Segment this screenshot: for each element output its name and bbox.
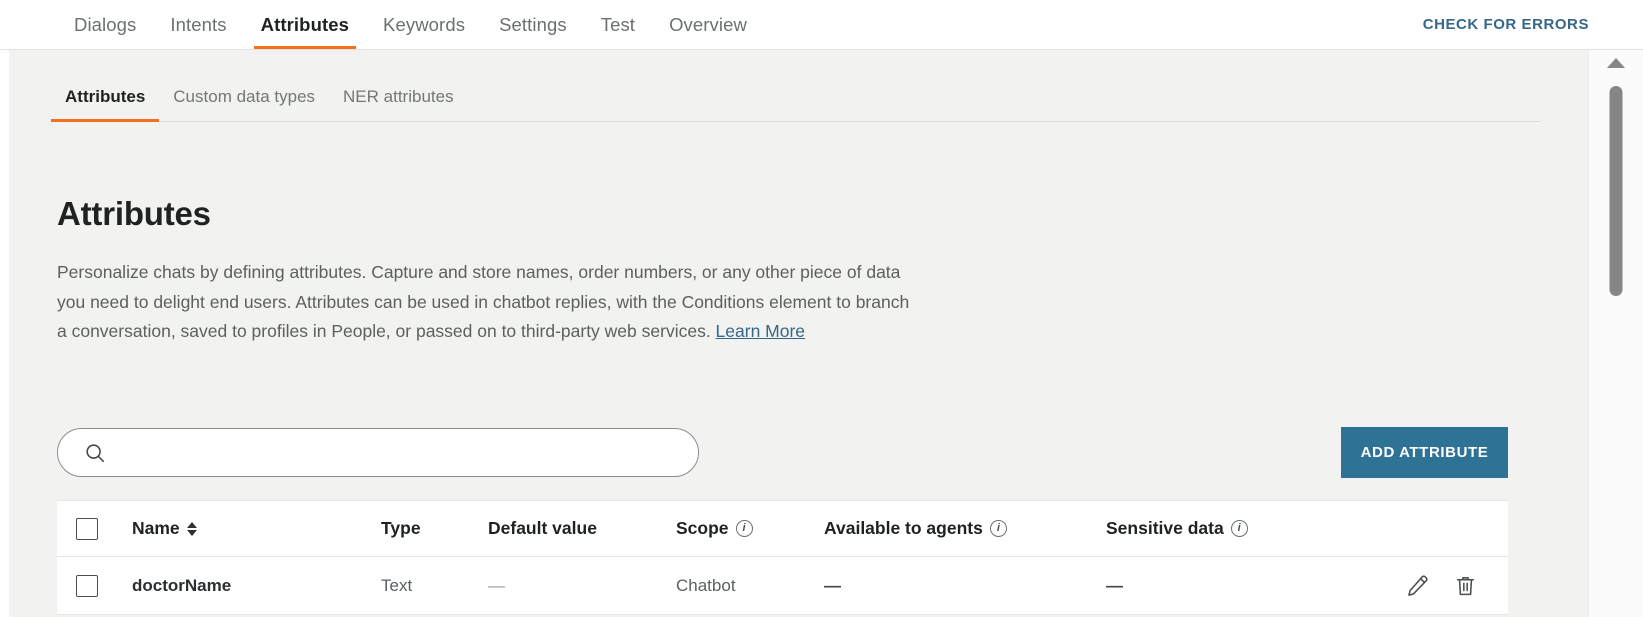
info-icon-scope[interactable]: i <box>735 520 753 537</box>
row-select-checkbox[interactable] <box>76 574 98 597</box>
search-icon <box>84 442 106 464</box>
primary-nav-actions: CHECK FOR ERRORS <box>1423 0 1643 49</box>
info-icon-available-to-agents[interactable]: i <box>989 520 1007 537</box>
primary-navigation-bar: Dialogs Intents Attributes Keywords Sett… <box>0 0 1643 50</box>
column-header-type-label: Type <box>381 518 421 538</box>
column-header-available-to-agents: Available to agents i <box>824 518 1106 539</box>
scroll-up-arrow-icon[interactable] <box>1607 58 1625 68</box>
table-header-row: Name Type Default value Scope i Availabl… <box>57 501 1508 557</box>
tab-test[interactable]: Test <box>584 0 652 49</box>
subtab-custom-data-types-label: Custom data types <box>173 87 316 106</box>
info-icon-sensitive-data[interactable]: i <box>1230 520 1248 537</box>
column-header-sensitive-data-label: Sensitive data <box>1106 518 1224 538</box>
tab-intents[interactable]: Intents <box>153 0 243 49</box>
page-title: Attributes <box>57 195 211 232</box>
subtab-ner-attributes[interactable]: NER attributes <box>329 72 468 122</box>
check-for-errors-button[interactable]: CHECK FOR ERRORS <box>1423 16 1589 33</box>
subtab-attributes-label: Attributes <box>65 87 146 106</box>
tab-attributes[interactable]: Attributes <box>244 0 366 49</box>
cell-sensitive-data: — <box>1106 575 1123 595</box>
search-input[interactable] <box>118 429 680 476</box>
tab-intents-label: Intents <box>170 13 227 35</box>
vertical-scrollbar[interactable] <box>1588 50 1643 617</box>
tab-dialogs[interactable]: Dialogs <box>57 0 153 49</box>
tab-overview-label: Overview <box>669 13 747 35</box>
cell-available-to-agents: — <box>824 575 841 595</box>
app-root: Dialogs Intents Attributes Keywords Sett… <box>0 0 1643 617</box>
search-field[interactable] <box>57 428 699 477</box>
tab-overview[interactable]: Overview <box>652 0 764 49</box>
column-header-default-value-label: Default value <box>488 518 597 538</box>
cell-type: Text <box>381 575 413 595</box>
column-header-type: Type <box>381 518 488 539</box>
column-header-scope: Scope i <box>676 518 824 539</box>
select-all-checkbox[interactable] <box>76 517 98 540</box>
secondary-tabs: Attributes Custom data types NER attribu… <box>51 72 1541 122</box>
tab-keywords[interactable]: Keywords <box>366 0 482 49</box>
column-header-sensitive-data: Sensitive data i <box>1106 518 1342 539</box>
subtab-attributes[interactable]: Attributes <box>51 72 160 122</box>
tab-keywords-label: Keywords <box>383 13 466 35</box>
add-attribute-button[interactable]: ADD ATTRIBUTE <box>1341 427 1508 478</box>
table-row: doctorName Text — Chatbot — — <box>57 557 1508 615</box>
tab-settings-label: Settings <box>499 13 567 35</box>
delete-icon[interactable] <box>1453 573 1478 598</box>
tab-settings[interactable]: Settings <box>482 0 584 49</box>
cell-name: doctorName <box>132 575 232 595</box>
tab-attributes-label: Attributes <box>260 13 350 35</box>
tab-test-label: Test <box>600 13 636 35</box>
cell-scope: Chatbot <box>676 575 736 595</box>
column-header-scope-label: Scope <box>676 518 729 538</box>
page-description: Personalize chats by defining attributes… <box>57 258 917 347</box>
scrollbar-thumb[interactable] <box>1609 86 1623 296</box>
column-header-name[interactable]: Name <box>132 518 381 539</box>
tab-dialogs-label: Dialogs <box>74 13 137 35</box>
column-header-name-label: Name <box>132 518 180 538</box>
sort-arrows-icon[interactable] <box>186 521 197 536</box>
edit-icon[interactable] <box>1405 573 1430 598</box>
column-header-default-value: Default value <box>488 518 676 539</box>
column-header-available-to-agents-label: Available to agents <box>824 518 983 538</box>
primary-tabs: Dialogs Intents Attributes Keywords Sett… <box>57 0 764 49</box>
content-area: Attributes Custom data types NER attribu… <box>0 50 1588 617</box>
cell-default-value: — <box>488 575 505 595</box>
learn-more-link[interactable]: Learn More <box>716 321 806 341</box>
subtab-ner-attributes-label: NER attributes <box>343 87 454 106</box>
attributes-table: Name Type Default value Scope i Availabl… <box>57 500 1508 615</box>
subtab-custom-data-types[interactable]: Custom data types <box>159 72 329 122</box>
